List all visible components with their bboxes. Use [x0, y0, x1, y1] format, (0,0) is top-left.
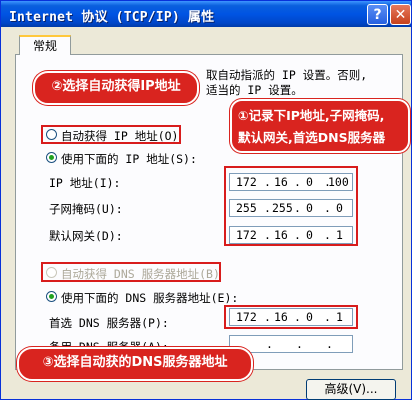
description-line2: 适当的 IP 设置。: [206, 83, 303, 97]
manual-ip-label[interactable]: 使用下面的 IP 地址(S):: [61, 151, 197, 167]
callout-step1-line2: 默认网关,首选DNS服务器: [238, 130, 386, 145]
help-button[interactable]: ?: [367, 4, 388, 25]
manual-dns-label[interactable]: 使用下面的 DNS 服务器地址(E):: [61, 290, 238, 306]
preferred-dns-field[interactable]: 172 . 16 . 0 . 1: [229, 308, 353, 326]
tcpip-properties-window: Internet 协议 (TCP/IP) 属性 ? ✕ 常规 取自动指派的 IP…: [0, 0, 412, 400]
manual-dns-radio[interactable]: [46, 291, 57, 302]
advanced-button[interactable]: 高级(V)...: [306, 379, 396, 400]
auto-ip-label[interactable]: 自动获得 IP 地址(O): [61, 128, 178, 144]
close-icon: ✕: [394, 7, 407, 23]
callout-step1: ①记录下IP地址,子网掩码, 默认网关,首选DNS服务器: [230, 99, 410, 153]
auto-ip-radio[interactable]: [46, 129, 57, 140]
gateway-label: 默认网关(D):: [49, 229, 123, 243]
close-button[interactable]: ✕: [390, 4, 411, 25]
preferred-dns-label: 首选 DNS 服务器(P):: [49, 316, 169, 330]
title-bar[interactable]: Internet 协议 (TCP/IP) 属性 ? ✕: [1, 1, 411, 27]
window-title: Internet 协议 (TCP/IP) 属性: [9, 10, 215, 25]
manual-ip-radio[interactable]: [46, 152, 57, 163]
callout-step1-line1: ①记录下IP地址,子网掩码,: [238, 108, 385, 123]
tab-general[interactable]: 常规: [19, 35, 71, 55]
description-line1: 取自动指派的 IP 设置。否则,: [206, 68, 368, 82]
callout-step2: ②选择自动获得IP地址: [33, 71, 199, 105]
ip-address-field[interactable]: 172 . 16 . 0 . 100: [229, 173, 353, 191]
auto-dns-radio[interactable]: [46, 267, 57, 278]
gateway-field[interactable]: 172 . 16 . 0 . 1: [229, 226, 353, 244]
subnet-mask-field[interactable]: 255 . 255 . 0 . 0: [229, 199, 353, 217]
subnet-mask-label: 子网掩码(U):: [49, 202, 123, 216]
callout-step3: ③选择自动获的DNS服务器地址: [17, 347, 253, 381]
ip-address-label: IP 地址(I):: [49, 176, 121, 190]
auto-dns-label[interactable]: 自动获得 DNS 服务器地址(B): [61, 266, 220, 282]
